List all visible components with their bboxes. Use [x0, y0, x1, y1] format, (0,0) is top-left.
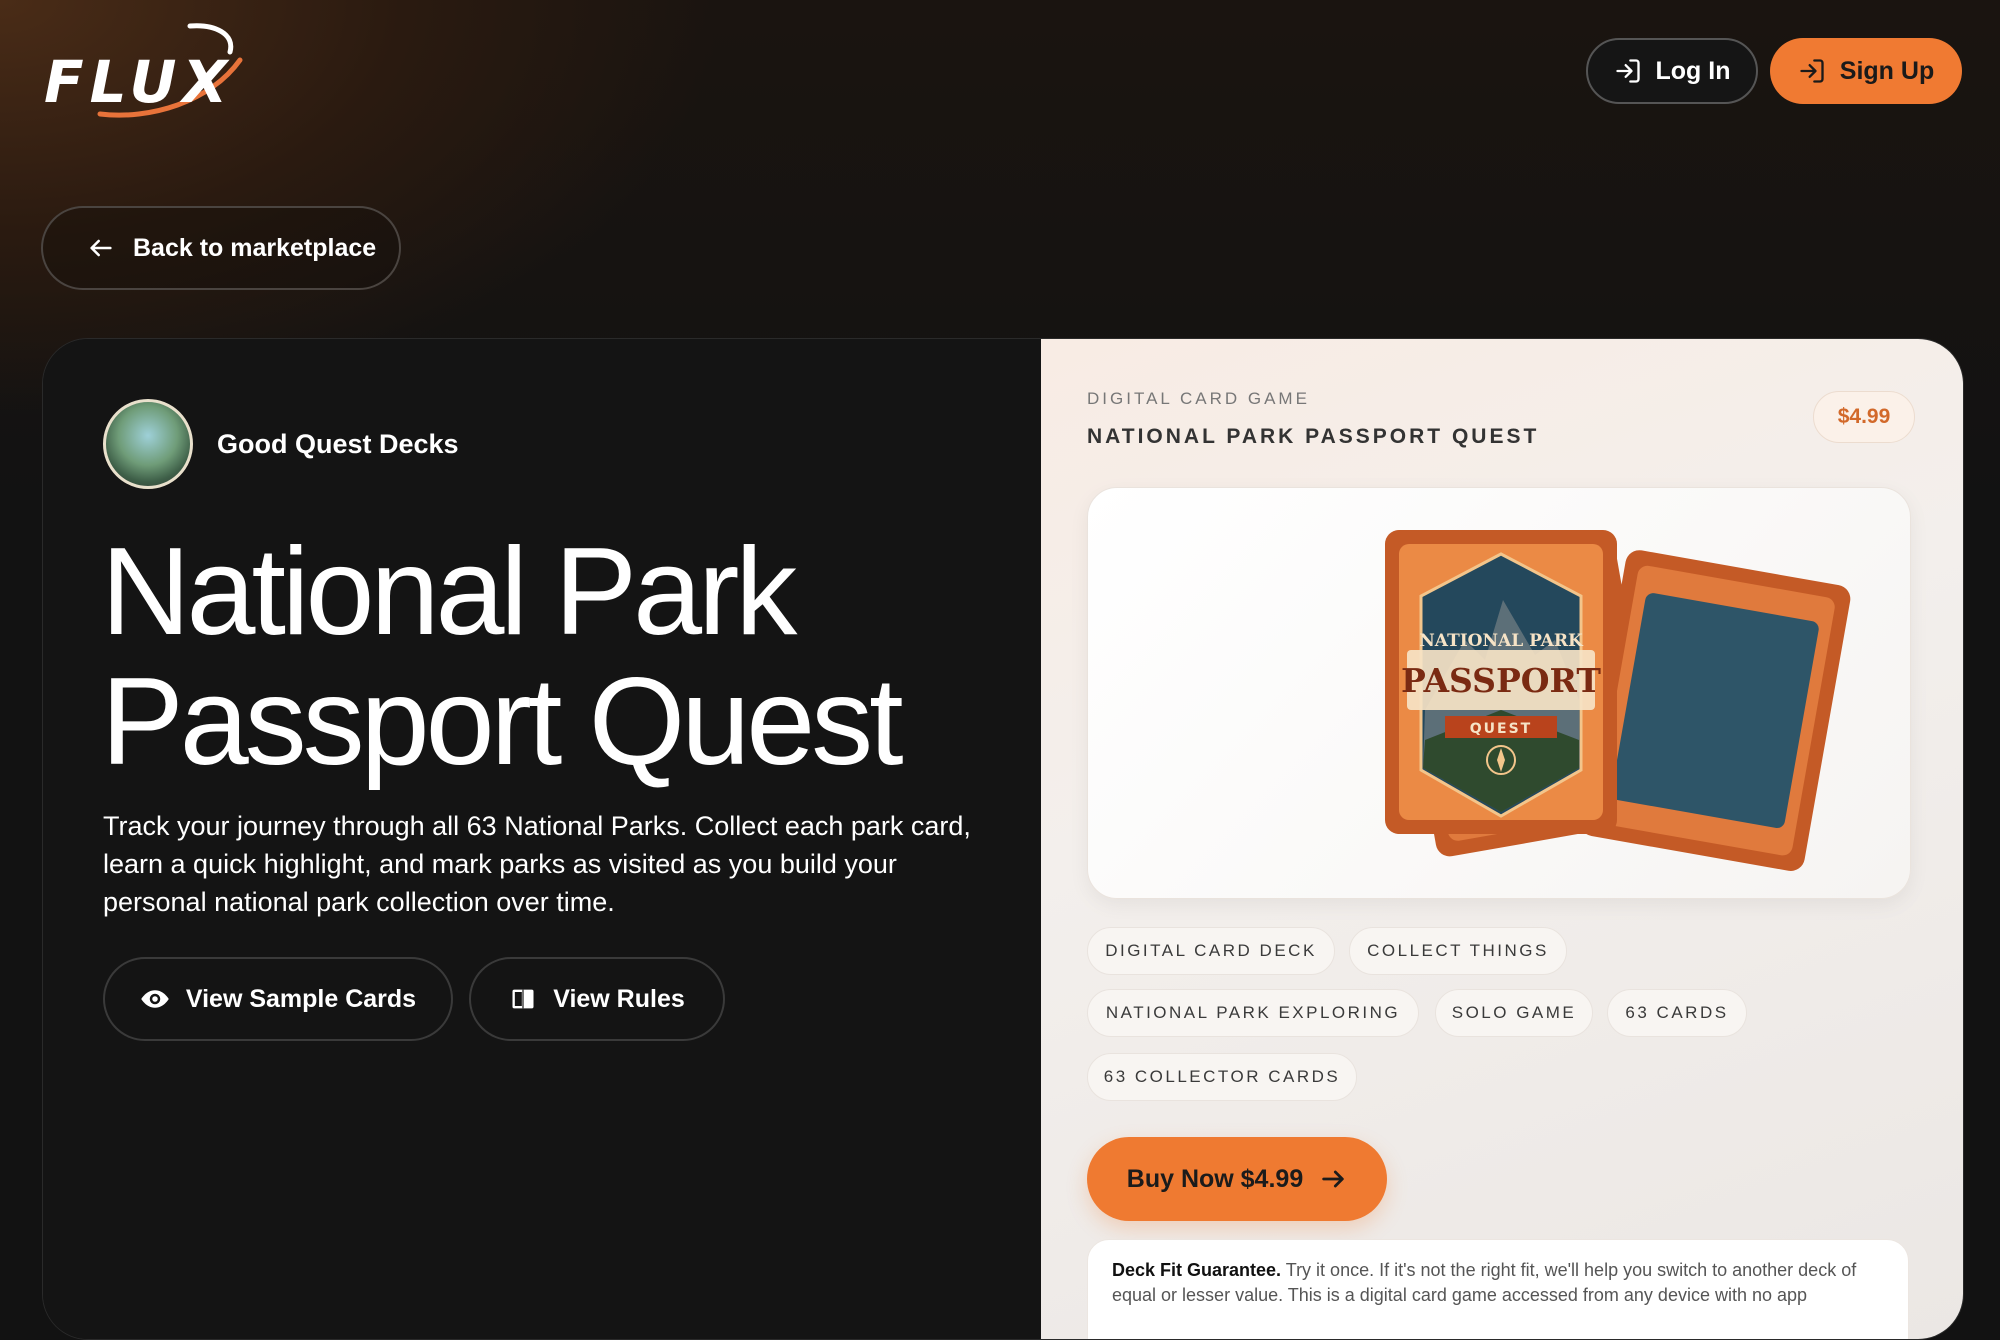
product-info-panel: Good Quest Decks National Park Passport …	[43, 339, 1041, 1339]
purchase-panel: DIGITAL CARD GAME NATIONAL PARK PASSPORT…	[1041, 339, 1963, 1339]
log-in-icon	[1615, 59, 1640, 83]
view-sample-cards-button[interactable]: View Sample Cards	[103, 957, 453, 1041]
title-line-2: Passport Quest	[101, 653, 904, 791]
seller-name: Good Quest Decks	[217, 428, 459, 459]
arrow-right-icon	[1322, 1170, 1344, 1188]
book-icon	[512, 989, 534, 1009]
buy-now-button[interactable]: Buy Now $4.99	[1087, 1137, 1387, 1221]
seller-avatar	[103, 399, 193, 489]
tag[interactable]: DIGITAL CARD DECK	[1087, 927, 1335, 975]
login-button[interactable]: Log In	[1586, 38, 1758, 104]
product-description: Track your journey through all 63 Nation…	[103, 811, 971, 917]
product-title: National Park Passport Quest	[101, 527, 1001, 787]
cover-title-line2: PASSPORT	[1401, 661, 1601, 700]
front-card: NATIONAL PARK PASSPORT QUEST	[1385, 530, 1617, 834]
eye-icon	[141, 990, 169, 1008]
back-label: Back to marketplace	[133, 233, 377, 262]
logo-text: FLUX	[44, 48, 234, 116]
price-badge: $4.99	[1813, 391, 1915, 443]
title-line-1: National Park	[101, 523, 797, 661]
view-rules-label: View Rules	[553, 984, 685, 1013]
log-in-icon	[1800, 59, 1824, 83]
tag[interactable]: 63 CARDS	[1607, 989, 1747, 1037]
product-image[interactable]: NATIONAL PARK PASSPORT QUEST	[1087, 487, 1911, 899]
view-samples-label: View Sample Cards	[185, 984, 417, 1013]
product-category: DIGITAL CARD GAME	[1087, 389, 1310, 408]
deck-fit-guarantee: Deck Fit Guarantee. Try it once. If it's…	[1087, 1239, 1909, 1339]
flux-logo[interactable]: FLUX	[40, 22, 250, 122]
cover-title-line3: QUEST	[1470, 721, 1532, 737]
cover-title-line1: NATIONAL PARK	[1419, 631, 1584, 651]
seller-info[interactable]: Good Quest Decks	[103, 399, 459, 489]
tag[interactable]: 63 COLLECTOR CARDS	[1087, 1053, 1357, 1101]
product-name-caps: NATIONAL PARK PASSPORT QUEST	[1087, 425, 1540, 448]
tag[interactable]: NATIONAL PARK EXPLORING	[1087, 989, 1419, 1037]
tag[interactable]: SOLO GAME	[1435, 989, 1593, 1037]
back-to-marketplace-button[interactable]: Back to marketplace	[41, 206, 401, 290]
buy-label: Buy Now $4.99	[1126, 1164, 1304, 1193]
view-rules-button[interactable]: View Rules	[469, 957, 725, 1041]
guarantee-title: Deck Fit Guarantee.	[1112, 1260, 1282, 1280]
tag[interactable]: COLLECT THINGS	[1349, 927, 1567, 975]
login-label: Log In	[1655, 56, 1731, 85]
signup-label: Sign Up	[1839, 56, 1935, 85]
signup-button[interactable]: Sign Up	[1770, 38, 1962, 104]
arrow-left-icon	[90, 239, 112, 257]
card-deck-illustration: NATIONAL PARK PASSPORT QUEST	[1385, 530, 1851, 871]
product-card: Good Quest Decks National Park Passport …	[42, 338, 1964, 1340]
